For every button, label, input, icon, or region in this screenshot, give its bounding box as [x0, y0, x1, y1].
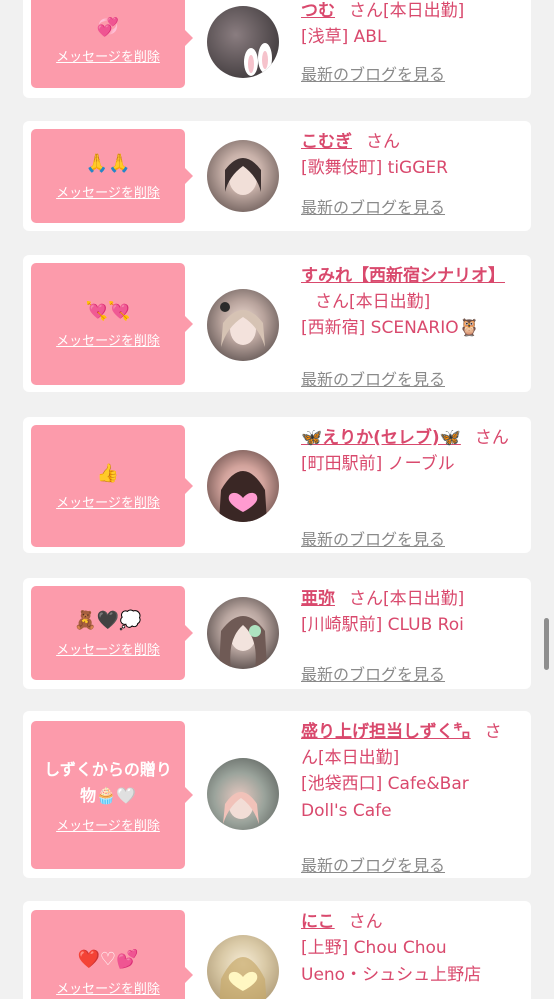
message-text: 👍	[96, 462, 120, 484]
avatar-photo	[219, 957, 267, 999]
delete-message-link[interactable]: メッセージを削除	[56, 639, 160, 658]
cast-info: 亜弥 さん[本日出勤] [川崎駅前] CLUB Roi 最新のブログを見る	[301, 586, 523, 684]
message-bubble: 💘💘 メッセージを削除	[31, 263, 185, 385]
honorific: さん	[349, 589, 383, 609]
cast-info: 盛り上げ担当しずく㌔ さん[本日出勤] [池袋西口] Cafe&Bar Doll'…	[301, 719, 523, 875]
cast-info: こむぎ さん [歌舞伎町] tiGGER 最新のブログを見る	[301, 129, 523, 217]
delete-message-link[interactable]: メッセージを削除	[56, 182, 160, 201]
cast-info: にこ さん [上野] Chou Chou Ueno・シュシュ上野店	[301, 909, 523, 989]
status-badge: [本日出勤]	[383, 1, 465, 21]
honorific: さん	[348, 912, 383, 932]
avatar[interactable]	[207, 140, 279, 212]
delete-message-link[interactable]: メッセージを削除	[56, 46, 160, 65]
avatar[interactable]	[207, 289, 279, 361]
message-card: しずくからの贈り物🧁🤍 メッセージを削除 盛り上げ担当しずく㌔ さん[本日出勤] …	[23, 711, 531, 878]
delete-message-link[interactable]: メッセージを削除	[56, 330, 160, 349]
message-card: 👍 メッセージを削除 🦋えりか(セレブ)🦋 さん [町田駅前] ノーブル 最新のブ…	[23, 417, 531, 553]
message-text: しずくからの贈り物🧁🤍	[44, 759, 172, 805]
message-card: 💞 メッセージを削除 つむ さん[本日出勤] [浅草] ABL 最新のブログを見る	[23, 0, 531, 98]
status-badge: [本日出勤]	[349, 292, 431, 312]
avatar[interactable]	[207, 597, 279, 669]
honorific: さん	[349, 1, 383, 21]
shop-area: [西新宿] SCENARIO🦉	[301, 318, 480, 338]
message-text: 💞	[96, 16, 120, 38]
shop-area: [浅草] ABL	[301, 27, 387, 47]
shop-area: [歌舞伎町] tiGGER	[301, 158, 448, 178]
message-bubble: ❤️♡💕 メッセージを削除	[31, 910, 185, 999]
message-bubble: 🙏🙏 メッセージを削除	[31, 129, 185, 223]
message-card: 🙏🙏 メッセージを削除 こむぎ さん [歌舞伎町] tiGGER 最新のブログを見…	[23, 121, 531, 231]
honorific: さん	[315, 292, 349, 312]
message-card: 🧸🖤💭 メッセージを削除 亜弥 さん[本日出勤] [川崎駅前] CLUB Roi …	[23, 578, 531, 689]
cast-info: すみれ【西新宿シナリオ】さん[本日出勤] [西新宿] SCENARIO🦉 最新の…	[301, 263, 523, 389]
delete-message-link[interactable]: メッセージを削除	[56, 815, 160, 834]
message-text: ❤️♡💕	[77, 948, 139, 970]
message-bubble: 👍 メッセージを削除	[31, 425, 185, 547]
blog-link[interactable]: 最新のブログを見る	[301, 369, 445, 391]
message-text: 🙏🙏	[85, 152, 131, 174]
cast-name-link[interactable]: 亜弥	[301, 589, 335, 609]
message-text: 💘💘	[85, 300, 131, 322]
avatar-photo	[225, 158, 261, 195]
avatar-photo	[223, 792, 259, 824]
shop-area: [池袋西口] Cafe&Bar	[301, 774, 469, 794]
avatar[interactable]	[207, 935, 279, 999]
blog-link[interactable]: 最新のブログを見る	[301, 64, 445, 86]
blog-link[interactable]: 最新のブログを見る	[301, 664, 445, 686]
delete-message-link[interactable]: メッセージを削除	[56, 492, 160, 511]
shop-name: Doll's Cafe	[301, 801, 392, 821]
shop-area: [上野] Chou Chou	[301, 938, 447, 958]
message-bubble: しずくからの贈り物🧁🤍 メッセージを削除	[31, 721, 185, 869]
avatar[interactable]	[207, 450, 279, 522]
message-card: ❤️♡💕 メッセージを削除 にこ さん [上野] Chou Chou Ueno・シ…	[23, 901, 531, 999]
status-badge: [本日出勤]	[383, 589, 465, 609]
avatar-photo	[219, 616, 267, 669]
avatar[interactable]	[207, 758, 279, 830]
honorific: さん	[366, 132, 400, 152]
cast-info: 🦋えりか(セレブ)🦋 さん [町田駅前] ノーブル 最新のブログを見る	[301, 425, 523, 549]
cast-info: つむ さん[本日出勤] [浅草] ABL 最新のブログを見る	[301, 0, 523, 84]
scrollbar-thumb[interactable]	[544, 618, 549, 670]
status-badge: [本日出勤]	[318, 748, 400, 768]
message-bubble: 💞 メッセージを削除	[31, 0, 185, 88]
shop-name: Ueno・シュシュ上野店	[301, 965, 482, 985]
message-card: 💘💘 メッセージを削除 すみれ【西新宿シナリオ】さん[本日出勤] [西新宿] S…	[23, 255, 531, 392]
delete-message-link[interactable]: メッセージを削除	[56, 978, 160, 997]
cast-name-link[interactable]: にこ	[301, 912, 335, 932]
shop-area: [町田駅前] ノーブル	[301, 454, 455, 474]
blog-link[interactable]: 最新のブログを見る	[301, 855, 445, 877]
cast-name-link[interactable]: つむ	[301, 1, 335, 21]
cast-name-link[interactable]: 🦋えりか(セレブ)🦋	[301, 428, 461, 448]
avatar-photo	[220, 302, 265, 347]
cast-name-link[interactable]: こむぎ	[301, 132, 352, 152]
blog-link[interactable]: 最新のブログを見る	[301, 197, 445, 219]
avatar-photo	[219, 471, 267, 522]
shop-area: [川崎駅前] CLUB Roi	[301, 615, 464, 635]
cast-name-link[interactable]: 盛り上げ担当しずく㌔	[301, 722, 471, 742]
blog-link[interactable]: 最新のブログを見る	[301, 529, 445, 551]
cast-name-link[interactable]: すみれ【西新宿シナリオ】	[301, 266, 505, 286]
honorific: さん	[474, 428, 509, 448]
avatar[interactable]	[207, 6, 279, 78]
avatar-photo	[244, 43, 272, 76]
message-bubble: 🧸🖤💭 メッセージを削除	[31, 586, 185, 680]
message-text: 🧸🖤💭	[74, 609, 142, 631]
